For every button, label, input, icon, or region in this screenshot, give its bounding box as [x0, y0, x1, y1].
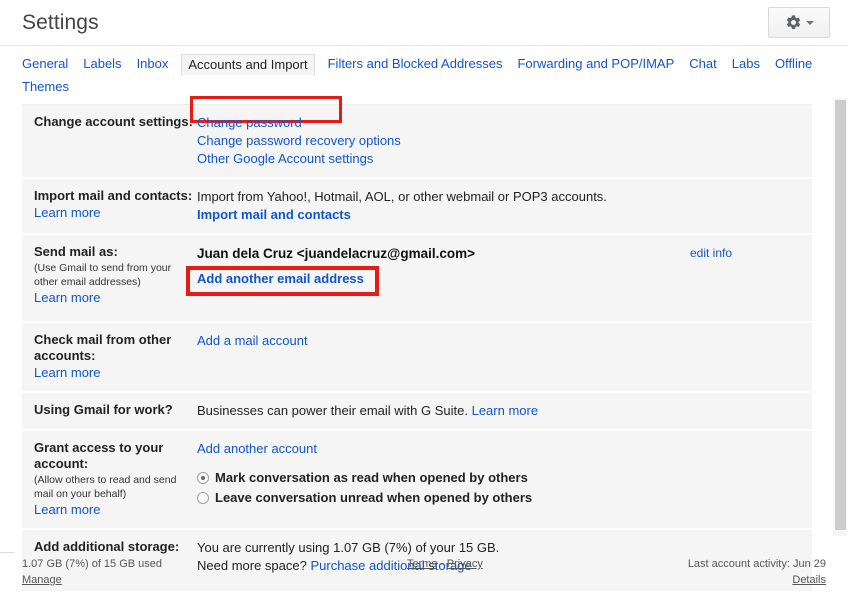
tab-inbox[interactable]: Inbox	[137, 54, 169, 74]
row-label: Grant access to your account: (Allow oth…	[22, 440, 197, 519]
gear-icon	[785, 14, 802, 31]
settings-panel: Change account settings: Change password…	[22, 104, 812, 591]
row-body: Businesses can power their email with G …	[197, 402, 812, 420]
row-grant-access-to-your-account: Grant access to your account: (Allow oth…	[22, 431, 812, 530]
footer-legal-links: Terms - Privacy	[367, 556, 483, 572]
page-title: Settings	[22, 10, 99, 34]
radio-label-leave-unread[interactable]: Leave conversation unread when opened by…	[215, 488, 532, 507]
radio-label-mark-read[interactable]: Mark conversation as read when opened by…	[215, 468, 528, 487]
vertical-scrollbar-thumb[interactable]	[835, 100, 846, 530]
row-body: Add another account Mark conversation as…	[197, 440, 812, 507]
row-import-mail-and-contacts: Import mail and contacts: Learn more Imp…	[22, 179, 812, 235]
footer-divider	[0, 552, 14, 553]
row-subtitle: (Use Gmail to send from your other email…	[34, 262, 172, 288]
row-body: Change password Change password recovery…	[197, 114, 812, 168]
row-body: Import from Yahoo!, Hotmail, AOL, or oth…	[197, 188, 812, 224]
gmail-for-work-description: Businesses can power their email with G …	[197, 403, 468, 418]
manage-storage-link[interactable]: Manage	[22, 574, 62, 586]
settings-header: Settings	[0, 0, 848, 46]
tab-offline[interactable]: Offline	[775, 54, 812, 74]
tab-forwarding-pop-imap[interactable]: Forwarding and POP/IMAP	[517, 54, 674, 74]
tab-chat[interactable]: Chat	[689, 54, 716, 74]
radio-option-leave-unread[interactable]: Leave conversation unread when opened by…	[197, 488, 802, 507]
row-label: Change account settings:	[22, 114, 197, 130]
edit-info-link[interactable]: edit info	[690, 246, 732, 260]
tab-themes[interactable]: Themes	[22, 77, 69, 97]
import-learn-more-link[interactable]: Learn more	[34, 205, 100, 220]
tab-labels[interactable]: Labels	[83, 54, 121, 74]
radio-button-mark-read[interactable]	[197, 471, 209, 484]
chevron-down-icon	[805, 20, 814, 25]
row-title: Grant access to your account:	[34, 440, 164, 471]
settings-tabs-container: General Labels Inbox Accounts and Import…	[0, 46, 848, 123]
last-account-activity-text: Last account activity: Jun 29	[687, 558, 826, 570]
other-google-account-settings-link[interactable]: Other Google Account settings	[197, 151, 373, 166]
import-description: Import from Yahoo!, Hotmail, AOL, or oth…	[197, 189, 607, 204]
check-mail-learn-more-link[interactable]: Learn more	[34, 365, 100, 380]
change-password-link[interactable]: Change password	[197, 115, 302, 130]
grant-access-learn-more-link[interactable]: Learn more	[34, 502, 100, 517]
row-title: Change account settings:	[34, 114, 193, 129]
row-title: Check mail from other accounts:	[34, 332, 172, 363]
footer-separator: -	[440, 558, 444, 570]
import-mail-and-contacts-link[interactable]: Import mail and contacts	[197, 207, 351, 222]
page-footer: 1.07 GB (7%) of 15 GB used Manage Terms …	[0, 552, 848, 596]
row-check-mail-from-other-accounts: Check mail from other accounts: Learn mo…	[22, 323, 812, 393]
footer-account-activity: Last account activity: Jun 29 Details	[688, 556, 826, 588]
row-label: Send mail as: (Use Gmail to send from yo…	[22, 244, 197, 307]
send-mail-as-learn-more-link[interactable]: Learn more	[34, 290, 100, 305]
row-title: Import mail and contacts:	[34, 188, 193, 203]
radio-option-mark-read[interactable]: Mark conversation as read when opened by…	[197, 468, 802, 487]
row-label: Using Gmail for work?	[22, 402, 197, 418]
gmail-for-work-learn-more-link[interactable]: Learn more	[472, 403, 538, 418]
radio-button-leave-unread[interactable]	[197, 491, 209, 504]
row-body: Add a mail account	[197, 332, 812, 350]
footer-storage-used: 1.07 GB (7%) of 15 GB used	[22, 558, 163, 570]
account-activity-details-link[interactable]: Details	[792, 574, 826, 586]
row-body: Juan dela Cruz <juandelacruz@gmail.com> …	[186, 244, 812, 296]
privacy-link[interactable]: Privacy	[447, 558, 483, 570]
row-using-gmail-for-work: Using Gmail for work? Businesses can pow…	[22, 393, 812, 431]
add-another-account-link[interactable]: Add another account	[197, 441, 317, 456]
row-change-account-settings: Change account settings: Change password…	[22, 105, 812, 179]
row-label: Check mail from other accounts: Learn mo…	[22, 332, 197, 382]
add-another-email-address-link[interactable]: Add another email address	[197, 271, 364, 286]
tab-filters-and-blocked[interactable]: Filters and Blocked Addresses	[328, 54, 503, 74]
terms-link[interactable]: Terms	[407, 558, 437, 570]
tab-accounts-and-import[interactable]: Accounts and Import	[181, 54, 315, 75]
settings-tabs: General Labels Inbox Accounts and Import…	[22, 54, 826, 97]
tab-general[interactable]: General	[22, 54, 68, 74]
row-send-mail-as: Send mail as: (Use Gmail to send from yo…	[22, 235, 812, 323]
row-label: Import mail and contacts: Learn more	[22, 188, 197, 222]
row-title: Send mail as:	[34, 244, 118, 259]
row-subtitle: (Allow others to read and send mail on y…	[34, 474, 177, 500]
change-password-recovery-link[interactable]: Change password recovery options	[197, 133, 401, 148]
row-title: Using Gmail for work?	[34, 402, 173, 417]
settings-gear-button[interactable]	[768, 7, 830, 38]
tab-labs[interactable]: Labs	[732, 54, 760, 74]
add-a-mail-account-link[interactable]: Add a mail account	[197, 333, 308, 348]
footer-storage-info: 1.07 GB (7%) of 15 GB used Manage	[22, 556, 162, 588]
